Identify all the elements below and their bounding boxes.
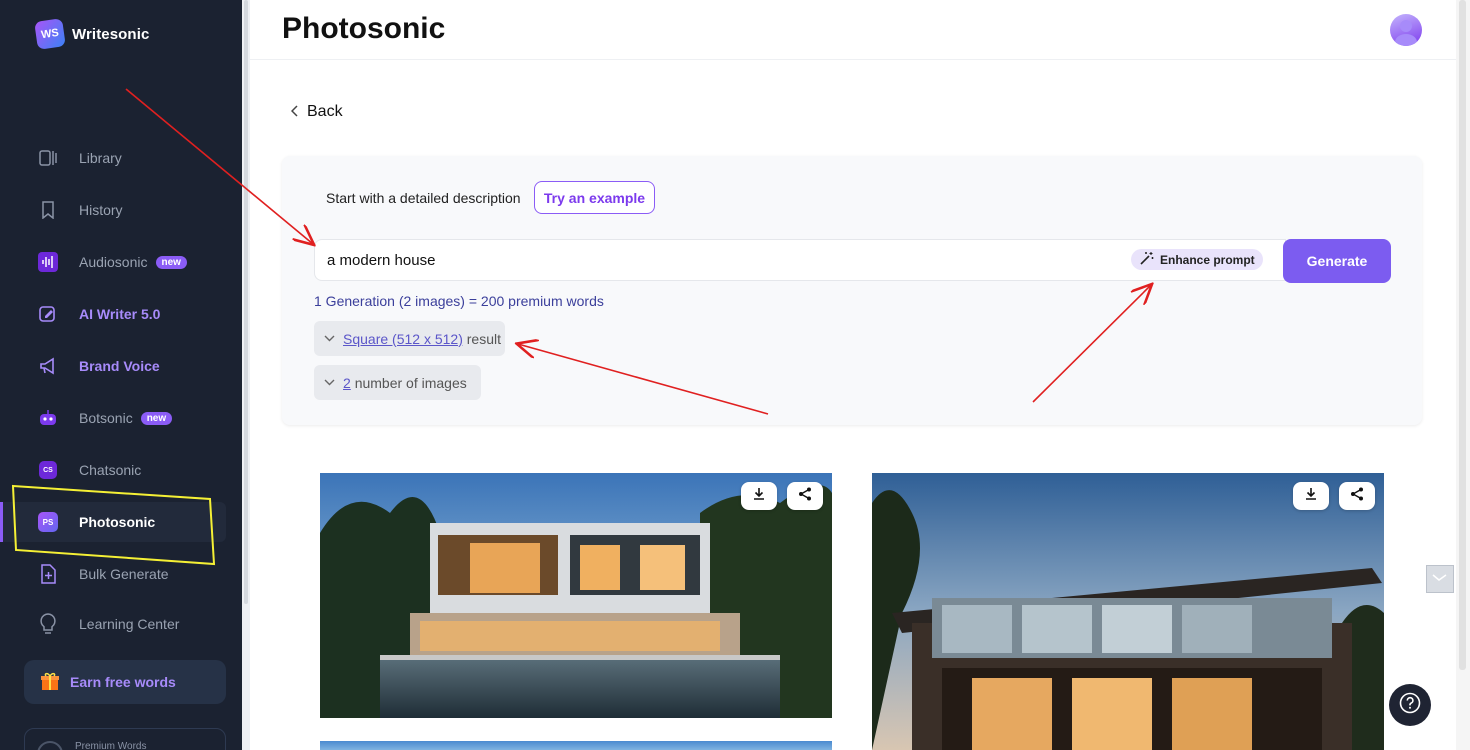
try-example-button[interactable]: Try an example [534, 181, 655, 214]
image-size-value[interactable]: Square (512 x 512) [343, 331, 463, 347]
lightbulb-icon [38, 613, 58, 634]
sidebar-item-audiosonic[interactable]: Audiosonic new [0, 242, 226, 282]
sidebar-item-photosonic[interactable]: PS Photosonic [0, 502, 226, 542]
generation-info: 1 Generation (2 images) = 200 premium wo… [314, 293, 604, 309]
chevron-left-icon [290, 104, 299, 120]
sidebar-item-brand-voice[interactable]: Brand Voice [0, 346, 226, 386]
photosonic-icon-text: PS [38, 512, 58, 532]
premium-words-label: Premium Words [75, 741, 147, 750]
sidebar-item-learning-center[interactable]: Learning Center [0, 604, 226, 644]
prompt-label: Start with a detailed description [326, 190, 521, 206]
bookmark-icon [38, 200, 58, 220]
sidebar-item-botsonic[interactable]: Botsonic new [0, 398, 226, 438]
sidebar-item-label: Learning Center [79, 616, 180, 632]
feedback-widget-icon[interactable] [1426, 565, 1454, 593]
sidebar: WS Writesonic Library History Audiosonic… [0, 0, 242, 750]
sidebar-item-label: Brand Voice [79, 358, 160, 374]
share-icon [1350, 487, 1364, 506]
prompt-input-value: a modern house [327, 251, 436, 269]
bot-icon [38, 408, 58, 428]
sidebar-item-label: Photosonic [79, 514, 156, 530]
back-label: Back [307, 103, 343, 120]
ai-writer-icon [38, 304, 58, 324]
share-button[interactable] [1339, 482, 1375, 510]
chevron-down-icon [324, 377, 335, 389]
sidebar-item-label: History [79, 202, 123, 218]
sidebar-item-bulk-generate[interactable]: Bulk Generate [0, 554, 226, 594]
enhance-prompt-label: Enhance prompt [1160, 252, 1255, 267]
modern-house-image [872, 473, 1384, 750]
new-badge: new [155, 255, 187, 269]
writesonic-logo-icon: WS [34, 18, 66, 50]
download-icon [1304, 487, 1318, 506]
help-button[interactable] [1389, 684, 1431, 726]
chatsonic-icon-text: CS [39, 461, 57, 479]
sidebar-item-label: AI Writer 5.0 [79, 306, 161, 322]
chevron-down-icon [324, 333, 335, 345]
sidebar-item-label: Library [79, 150, 122, 166]
sidebar-item-label: Audiosonic [79, 254, 148, 270]
sidebar-item-chatsonic[interactable]: CS Chatsonic [0, 450, 226, 490]
download-button[interactable] [741, 482, 777, 510]
back-button[interactable]: Back [290, 103, 343, 121]
megaphone-icon [38, 356, 58, 376]
sidebar-scrollbar-thumb[interactable] [244, 0, 248, 604]
image-size-suffix: result [466, 330, 501, 347]
audio-wave-icon [38, 252, 58, 272]
earn-free-words-button[interactable]: Earn free words [24, 660, 226, 704]
download-icon [752, 487, 766, 506]
library-icon [38, 148, 58, 168]
gift-icon [40, 671, 60, 694]
premium-progress-icon [37, 741, 63, 750]
image-size-dropdown[interactable]: Square (512 x 512) result [314, 321, 505, 356]
sidebar-item-label: Bulk Generate [79, 566, 169, 582]
logo-text: Writesonic [72, 25, 150, 43]
earn-free-words-label: Earn free words [70, 674, 176, 690]
bulk-generate-icon [38, 564, 58, 584]
photosonic-icon: PS [38, 512, 58, 532]
generated-image-3-preview[interactable] [320, 741, 832, 750]
question-mark-icon [1399, 692, 1421, 719]
generate-button[interactable]: Generate [1283, 239, 1391, 283]
new-badge: new [140, 411, 173, 425]
avatar[interactable] [1390, 14, 1422, 46]
logo[interactable]: WS Writesonic [34, 18, 150, 50]
sidebar-item-ai-writer[interactable]: AI Writer 5.0 [0, 294, 226, 334]
page-title: Photosonic [282, 12, 446, 45]
chatsonic-icon: CS [38, 460, 58, 480]
generated-image-1[interactable] [320, 473, 832, 718]
image-count-value[interactable]: 2 [343, 375, 351, 391]
premium-words-card[interactable]: Premium Words [24, 728, 226, 750]
sidebar-item-label: Chatsonic [79, 462, 142, 478]
enhance-prompt-button[interactable]: Enhance prompt [1131, 249, 1263, 270]
image-count-suffix: number of images [354, 374, 467, 391]
image-count-dropdown[interactable]: 2 number of images [314, 365, 481, 400]
page-scrollbar-thumb[interactable] [1459, 0, 1466, 670]
share-button[interactable] [787, 482, 823, 510]
sidebar-item-label: Botsonic [79, 410, 133, 426]
download-button[interactable] [1293, 482, 1329, 510]
generated-image-2[interactable] [872, 473, 1384, 750]
share-icon [798, 487, 812, 506]
sidebar-item-library[interactable]: Library [0, 138, 226, 178]
magic-wand-icon [1140, 251, 1154, 268]
sidebar-item-history[interactable]: History [0, 190, 226, 230]
